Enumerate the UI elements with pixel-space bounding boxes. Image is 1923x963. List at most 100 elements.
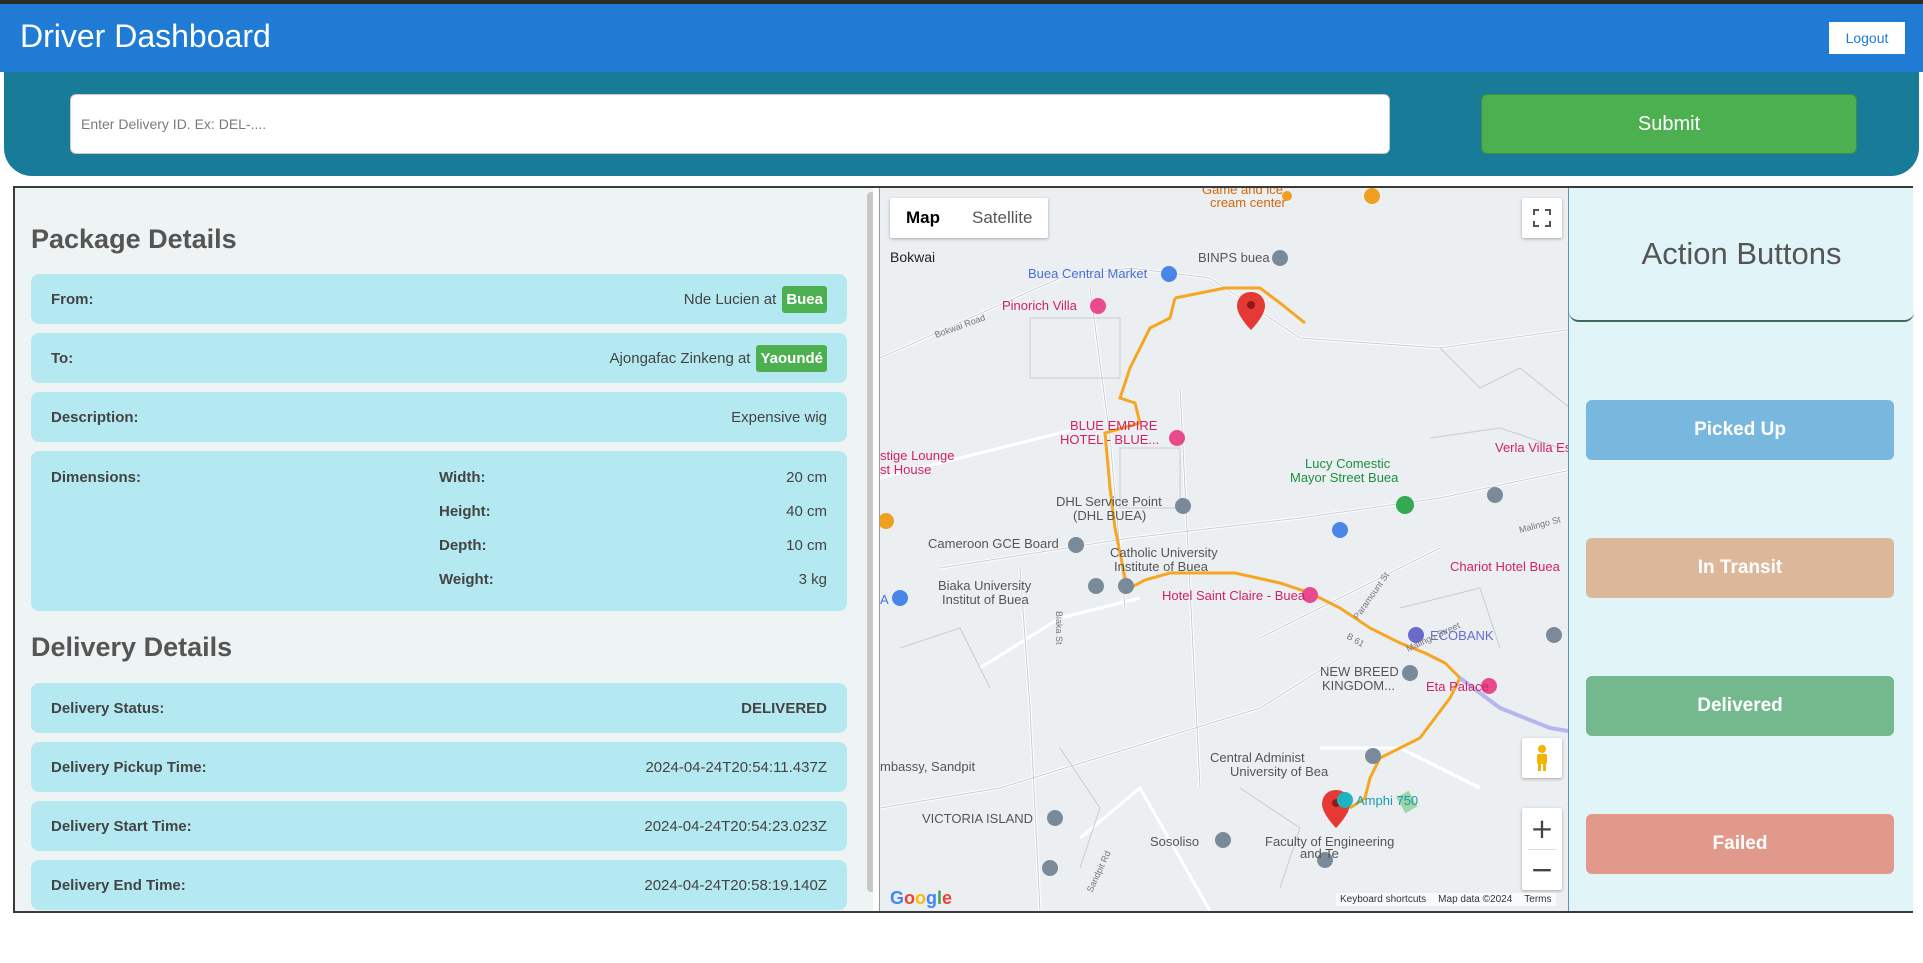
map-label-bokwai-road: Bokwai Road xyxy=(933,312,986,340)
dimensions-card: Dimensions: Width: 20 cm Height: 40 cm D… xyxy=(31,451,847,611)
map-label-central-admin: Central Administ xyxy=(1210,750,1305,765)
map-label-game2: cream center xyxy=(1210,195,1287,210)
dimension-row: Depth: 10 cm xyxy=(439,537,827,554)
from-city-badge: Buea xyxy=(782,285,827,313)
actions-title: Action Buttons xyxy=(1569,188,1914,322)
status-label: Delivery Status: xyxy=(51,699,165,717)
picked-up-button[interactable]: Picked Up xyxy=(1586,400,1894,460)
map-type-map-button[interactable]: Map xyxy=(890,198,956,238)
weight-value: 3 kg xyxy=(798,571,827,588)
width-value: 20 cm xyxy=(786,469,827,486)
map-label-embassy: mbassy, Sandpit xyxy=(880,759,976,774)
street-view-button[interactable] xyxy=(1522,738,1562,778)
depth-value: 10 cm xyxy=(786,537,827,554)
logout-button[interactable]: Logout xyxy=(1829,22,1905,54)
map-label-victoria: VICTORIA ISLAND xyxy=(922,811,1033,826)
map-label-new-breed2: KINGDOM... xyxy=(1322,678,1395,693)
start-time-label: Delivery Start Time: xyxy=(51,817,192,835)
to-city-badge: Yaoundé xyxy=(756,344,827,372)
dimension-row: Width: 20 cm xyxy=(439,469,827,486)
map-label-chariot: Chariot Hotel Buea xyxy=(1450,559,1561,574)
map-label-malingo2: Malingo St xyxy=(1518,514,1562,535)
poi-icons xyxy=(880,188,1562,876)
zoom-in-button[interactable]: + xyxy=(1522,808,1562,849)
start-time-value: 2024-04-24T20:54:23.023Z xyxy=(644,817,827,835)
zoom-control: + − xyxy=(1522,808,1562,890)
map-footer: Keyboard shortcuts Map data ©2024 Terms xyxy=(1336,893,1556,906)
failed-button[interactable]: Failed xyxy=(1586,814,1894,874)
map-label-verla: Verla Villa Esta xyxy=(1495,440,1579,455)
map-label-biaka-st: Biaka St xyxy=(1054,611,1064,645)
width-label: Width: xyxy=(439,469,486,486)
search-bar: Submit xyxy=(4,72,1919,176)
depth-label: Depth: xyxy=(439,537,487,554)
map-label-pinorich: Pinorich Villa xyxy=(1002,298,1078,313)
delivery-id-input[interactable] xyxy=(70,94,1390,154)
map-view[interactable]: Game and ice cream center Bokwai BINPS b… xyxy=(879,188,1579,911)
map-labels: Game and ice cream center Bokwai BINPS b… xyxy=(880,188,1579,894)
map-label-new-breed: NEW BREED xyxy=(1320,664,1399,679)
map-label-prestige2: st House xyxy=(880,462,931,477)
height-label: Height: xyxy=(439,503,491,520)
map-canvas[interactable]: Game and ice cream center Bokwai BINPS b… xyxy=(880,188,1579,911)
pegman-icon xyxy=(1537,745,1547,771)
status-row: Delivery Status: DELIVERED xyxy=(31,683,847,733)
in-transit-button[interactable]: In Transit xyxy=(1586,538,1894,598)
map-label-binps: BINPS buea xyxy=(1198,250,1270,265)
map-label-amphi: Amphi 750 xyxy=(1356,793,1418,808)
submit-button[interactable]: Submit xyxy=(1481,94,1857,154)
map-type-control: Map Satellite xyxy=(890,198,1049,238)
map-label-paramount: Paramount St xyxy=(1351,570,1391,621)
map-label-dhl: DHL Service Point xyxy=(1056,494,1162,509)
map-label-bokwai: Bokwai xyxy=(890,249,935,265)
from-row: From: Nde Lucien at Buea xyxy=(31,274,847,324)
top-header: Driver Dashboard Logout xyxy=(0,0,1923,72)
status-value: DELIVERED xyxy=(741,699,827,717)
map-label-lucy: Lucy Comestic xyxy=(1305,456,1391,471)
dimension-row: Weight: 3 kg xyxy=(439,571,827,588)
to-row: To: Ajongafac Zinkeng at Yaoundé xyxy=(31,333,847,383)
end-time-row: Delivery End Time: 2024-04-24T20:58:19.1… xyxy=(31,860,847,910)
map-label-blue-empire2: HOTEL - BLUE... xyxy=(1060,432,1159,447)
map-label-catholic: Catholic University xyxy=(1110,545,1218,560)
dimension-row: Height: 40 cm xyxy=(439,503,827,520)
to-value: Ajongafac Zinkeng at Yaoundé xyxy=(610,344,827,372)
from-label: From: xyxy=(51,290,94,308)
pickup-marker[interactable] xyxy=(1237,292,1265,330)
app-title: Driver Dashboard xyxy=(20,18,271,54)
map-label-blue-empire: BLUE EMPIRE xyxy=(1070,418,1158,433)
map-data-text: Map data ©2024 xyxy=(1438,894,1513,905)
map-label-catholic2: Institute of Buea xyxy=(1114,559,1209,574)
map-label-b61: B 61 xyxy=(1345,631,1366,649)
from-name: Nde Lucien at xyxy=(683,290,777,308)
map-label-eta-palace: Eta Palace xyxy=(1426,679,1489,694)
map-label-gce: Cameroon GCE Board xyxy=(928,536,1059,551)
zoom-divider xyxy=(1528,849,1556,850)
package-details-title: Package Details xyxy=(31,224,237,254)
details-panel: Package Details From: Nde Lucien at Buea… xyxy=(15,188,873,911)
terms-link[interactable]: Terms xyxy=(1524,894,1551,905)
keyboard-shortcuts-link[interactable]: Keyboard shortcuts xyxy=(1340,894,1426,905)
to-label: To: xyxy=(51,349,74,367)
delivered-button[interactable]: Delivered xyxy=(1586,676,1894,736)
description-row: Description: Expensive wig xyxy=(31,392,847,442)
map-label-lucy2: Mayor Street Buea xyxy=(1290,470,1399,485)
start-time-row: Delivery Start Time: 2024-04-24T20:54:23… xyxy=(31,801,847,851)
map-type-satellite-button[interactable]: Satellite xyxy=(956,198,1048,238)
details-scrollbar[interactable] xyxy=(867,192,873,892)
map-label-a-left: A xyxy=(880,592,889,607)
map-label-biaka: Biaka University xyxy=(938,578,1032,593)
fullscreen-icon xyxy=(1533,209,1551,227)
dimensions-label: Dimensions: xyxy=(51,469,142,486)
actions-panel: Action Buttons Picked Up In Transit Deli… xyxy=(1568,188,1914,911)
map-label-sosoliso: Sosoliso xyxy=(1150,834,1199,849)
fullscreen-button[interactable] xyxy=(1522,198,1562,238)
delivery-details-title: Delivery Details xyxy=(31,632,233,662)
map-label-biaka2: Institut of Buea xyxy=(942,592,1029,607)
google-logo: Google xyxy=(890,888,953,908)
description-label: Description: xyxy=(51,408,139,426)
height-value: 40 cm xyxy=(786,503,827,520)
end-time-label: Delivery End Time: xyxy=(51,876,186,894)
map-label-prestige: stige Lounge xyxy=(880,448,954,463)
zoom-out-button[interactable]: − xyxy=(1522,849,1562,890)
